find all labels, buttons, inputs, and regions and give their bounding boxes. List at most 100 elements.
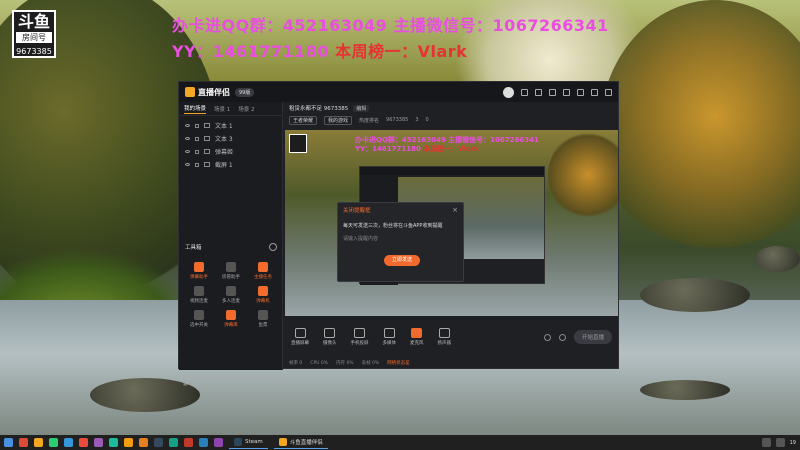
source-item[interactable]: 文本 1: [185, 119, 276, 132]
tool-multi-link[interactable]: 多人连麦: [215, 286, 247, 304]
volume-icon[interactable]: [775, 438, 785, 447]
app-icon[interactable]: [124, 438, 133, 447]
app-icon[interactable]: [214, 438, 223, 447]
left-panel: 我的场景 场景 1 场景 2 文本 1 文本 3 弹幕姬 截屏 1 工具箱 弹幕…: [179, 102, 283, 387]
lock-icon[interactable]: [195, 123, 199, 128]
lock-icon[interactable]: [195, 149, 199, 154]
app-logo: 直播伴侣: [185, 87, 230, 98]
source-item[interactable]: 弹幕姬: [185, 145, 276, 158]
dialog-header: 关闭提醒框 ×: [338, 203, 463, 216]
taskbar-app-companion[interactable]: 斗鱼直播伴侣: [273, 436, 328, 449]
settings-icon[interactable]: [558, 333, 566, 341]
play-icon: [383, 328, 395, 338]
media-button[interactable]: 多媒体: [383, 328, 396, 346]
tool-danmaku-machine[interactable]: 弹幕机: [247, 286, 279, 304]
app-icon[interactable]: [169, 438, 178, 447]
app-icon[interactable]: [184, 438, 193, 447]
steam-icon: [234, 438, 242, 446]
room-title-bar: 租赁永都不足 9673385 编辑: [283, 102, 620, 114]
folder-icon[interactable]: [34, 438, 43, 447]
source-item[interactable]: 截屏 1: [185, 158, 276, 171]
add-camera-button[interactable]: 摄像头: [323, 328, 337, 346]
close-icon[interactable]: [605, 88, 612, 96]
user-icon: [226, 262, 236, 272]
settings-icon[interactable]: [563, 88, 570, 96]
status-bar: 帧率 0 CPU 0% 内存 0% 丢帧 0% 网络状态差: [283, 356, 620, 370]
tool-danmaku-library[interactable]: 弹幕库: [215, 310, 247, 328]
logo-subtext: 房间号: [16, 32, 52, 43]
category-chip[interactable]: 王者荣耀: [289, 115, 318, 125]
app-icon[interactable]: [109, 438, 118, 447]
app-icon[interactable]: [139, 438, 148, 447]
tool-streamer-tasks[interactable]: 主播任务: [247, 262, 279, 280]
eye-icon[interactable]: [185, 124, 190, 127]
app-icon[interactable]: [94, 438, 103, 447]
system-tray: 19: [761, 438, 796, 447]
qq-icon[interactable]: [64, 438, 73, 447]
phone-cast-button[interactable]: 手机投屏: [351, 328, 369, 346]
network-icon[interactable]: [761, 438, 771, 447]
camera-icon: [324, 328, 336, 338]
room-info-bar: 王者荣耀 我的游戏 热度排名 9673385 3 0: [283, 114, 620, 126]
shirt-icon[interactable]: [549, 88, 556, 96]
source-toolbar: 直播屏幕 摄像头 手机投屏 多媒体 麦克风 扬声器 开始直播: [283, 320, 620, 354]
rock: [755, 246, 800, 272]
microphone-button[interactable]: 麦克风: [410, 328, 424, 346]
room-title[interactable]: 租赁永都不足 9673385: [289, 104, 348, 112]
tool-fish-ticket[interactable]: 鱼票: [247, 310, 279, 328]
eye-icon[interactable]: [185, 163, 190, 166]
tool-room-admin[interactable]: 房管助手: [215, 262, 247, 280]
version-badge[interactable]: 99版: [235, 87, 255, 97]
stream-preview[interactable]: 办卡进QQ群：452163049 主播微信号：1067266341 YY：146…: [285, 130, 618, 316]
dialog-title: 关闭提醒框: [343, 207, 371, 214]
tray-clock[interactable]: 19: [790, 440, 796, 446]
tool-video-link[interactable]: 视频连麦: [183, 286, 215, 304]
live-companion-window: 直播伴侣 99版 我的场景 场景 1 场景 2 文本 1 文本 3 弹幕姬 截屏…: [178, 81, 620, 387]
app-logo-icon: [185, 87, 195, 97]
record-icon[interactable]: [543, 333, 551, 341]
send-button[interactable]: 立即发送: [384, 255, 420, 266]
taskbar-app-steam[interactable]: Steam: [229, 436, 268, 449]
start-live-button[interactable]: 开始直播: [573, 330, 612, 344]
gear-icon[interactable]: [269, 243, 277, 251]
tab-scene-1[interactable]: 场景 1: [214, 105, 230, 113]
preview-tree: [548, 130, 618, 220]
likes-count: 0: [425, 117, 429, 123]
chrome-icon[interactable]: [19, 438, 28, 447]
maximize-icon[interactable]: [591, 88, 598, 96]
tool-switch[interactable]: 选中开关: [183, 310, 215, 328]
avatar[interactable]: [503, 86, 514, 98]
category-chip-2[interactable]: 我的游戏: [324, 115, 353, 125]
edit-tag[interactable]: 编辑: [353, 104, 370, 112]
fans-count: 3: [415, 117, 419, 123]
app-icon[interactable]: [79, 438, 88, 447]
eye-icon[interactable]: [185, 137, 190, 140]
status-fps: 帧率 0: [289, 361, 303, 366]
app-name: 直播伴侣: [198, 87, 230, 97]
overlay-line-1: 办卡进QQ群：452163049 主播微信号：1067266341: [172, 16, 609, 35]
dialog-input[interactable]: 请输入提醒内容: [343, 235, 458, 244]
microphone-icon: [411, 328, 423, 338]
add-screen-button[interactable]: 直播屏幕: [291, 328, 309, 346]
eye-icon[interactable]: [185, 150, 190, 153]
app-icon[interactable]: [199, 438, 208, 447]
app-icon[interactable]: [154, 438, 163, 447]
preview-overlay-yy: YY：1461771180: [355, 145, 421, 153]
close-icon[interactable]: ×: [452, 206, 458, 214]
lock-icon[interactable]: [195, 136, 199, 141]
minimize-icon[interactable]: [577, 88, 584, 96]
tab-scene-2[interactable]: 场景 2: [238, 105, 254, 113]
preview-overlay-line-1: 办卡进QQ群：452163049 主播微信号：1067266341: [355, 136, 539, 144]
toolbox-title: 工具箱: [185, 245, 202, 251]
tool-danmaku-assistant[interactable]: 弹幕助手: [183, 262, 215, 280]
source-item[interactable]: 文本 3: [185, 132, 276, 145]
danmaku-source-icon: [204, 149, 210, 154]
wechat-icon[interactable]: [49, 438, 58, 447]
lock-icon[interactable]: [195, 162, 199, 167]
gift-icon[interactable]: [521, 88, 528, 96]
lock-icon[interactable]: [535, 88, 542, 96]
speaker-button[interactable]: 扬声器: [438, 328, 451, 346]
tab-my-scene[interactable]: 我的场景: [184, 104, 207, 114]
start-icon[interactable]: [4, 438, 13, 447]
text-source-icon: [204, 123, 210, 128]
